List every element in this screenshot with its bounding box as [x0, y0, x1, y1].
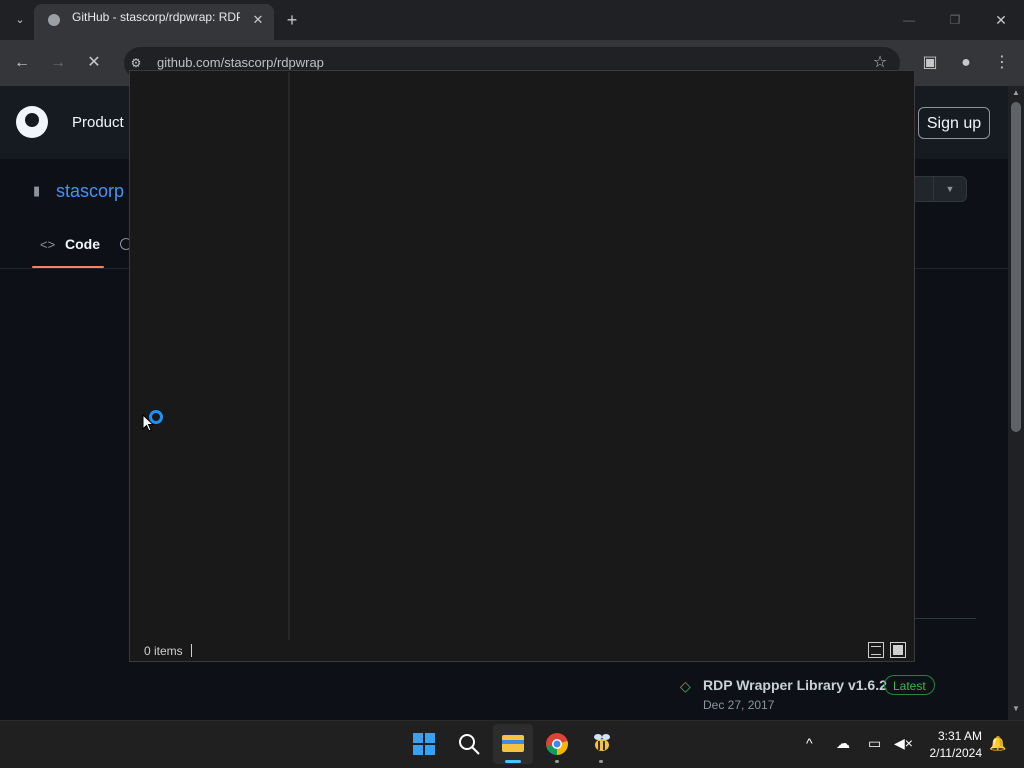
- large-icons-view-icon[interactable]: [890, 642, 906, 658]
- repo-icon: ▮: [33, 183, 41, 198]
- active-app-indicator: [505, 760, 521, 763]
- volume-muted-icon[interactable]: ◀×: [894, 735, 913, 752]
- menu-kebab-icon[interactable]: ⋮: [990, 51, 1014, 75]
- scroll-down-icon[interactable]: ▼: [1008, 704, 1024, 718]
- busy-spinner-icon: [149, 410, 163, 424]
- clock-date[interactable]: 2/11/2024: [912, 746, 983, 760]
- onedrive-offline-icon[interactable]: ☁: [836, 735, 850, 752]
- search-icon[interactable]: [457, 732, 481, 756]
- latest-badge: Latest: [884, 675, 935, 695]
- release-date: Dec 27, 2017: [703, 698, 775, 712]
- navigation-pane-splitter[interactable]: [288, 72, 290, 640]
- chrome-icon[interactable]: [545, 732, 569, 756]
- sign-up-button[interactable]: Sign up: [918, 107, 990, 139]
- network-icon[interactable]: ▭: [868, 735, 881, 752]
- tab-search-chevron-icon[interactable]: ⌄: [8, 8, 32, 32]
- profile-icon[interactable]: ●: [954, 51, 978, 75]
- nav-product[interactable]: Product: [72, 114, 124, 131]
- scroll-up-icon[interactable]: ▲: [1008, 88, 1024, 102]
- running-app-indicator: [555, 760, 559, 763]
- item-count-status: 0 items: [144, 644, 183, 658]
- code-icon: <>: [40, 237, 56, 252]
- repo-action-dropdown[interactable]: ▼: [933, 176, 967, 202]
- status-separator: [191, 644, 192, 657]
- tab-code[interactable]: Code: [65, 236, 100, 252]
- show-hidden-icons-chevron-icon[interactable]: ^: [806, 735, 813, 751]
- details-view-icon[interactable]: [868, 642, 884, 658]
- tab-title: GitHub - stascorp/rdpwrap: RDP: [72, 10, 240, 24]
- new-tab-icon[interactable]: +: [280, 8, 304, 32]
- back-icon[interactable]: ←: [10, 51, 34, 75]
- side-panel-icon[interactable]: ▣: [918, 51, 942, 75]
- github-favicon-icon: [48, 14, 60, 26]
- clock-time[interactable]: 3:31 AM: [920, 729, 982, 743]
- restore-icon[interactable]: ❐: [943, 8, 967, 32]
- release-title-link[interactable]: RDP Wrapper Library v1.6.2: [703, 677, 887, 693]
- tag-icon: ◇: [680, 678, 691, 694]
- repo-owner-link[interactable]: stascorp: [56, 181, 124, 202]
- file-dialog: [129, 70, 915, 662]
- file-explorer-icon[interactable]: [501, 732, 525, 754]
- running-app-indicator: [599, 760, 603, 763]
- github-logo-icon[interactable]: [16, 106, 48, 138]
- minimize-icon[interactable]: —: [897, 8, 921, 32]
- stop-loading-icon[interactable]: ✕: [82, 51, 106, 75]
- close-tab-icon[interactable]: ✕: [246, 8, 270, 32]
- scrollbar-thumb[interactable]: [1011, 102, 1021, 432]
- windows-start-icon[interactable]: [412, 732, 436, 756]
- app-bee-icon[interactable]: [590, 731, 614, 755]
- notifications-bell-icon[interactable]: 🔔: [989, 735, 1006, 752]
- url-text: github.com/stascorp/rdpwrap: [157, 55, 324, 70]
- close-window-icon[interactable]: ✕: [989, 8, 1013, 32]
- forward-icon[interactable]: →: [46, 51, 70, 75]
